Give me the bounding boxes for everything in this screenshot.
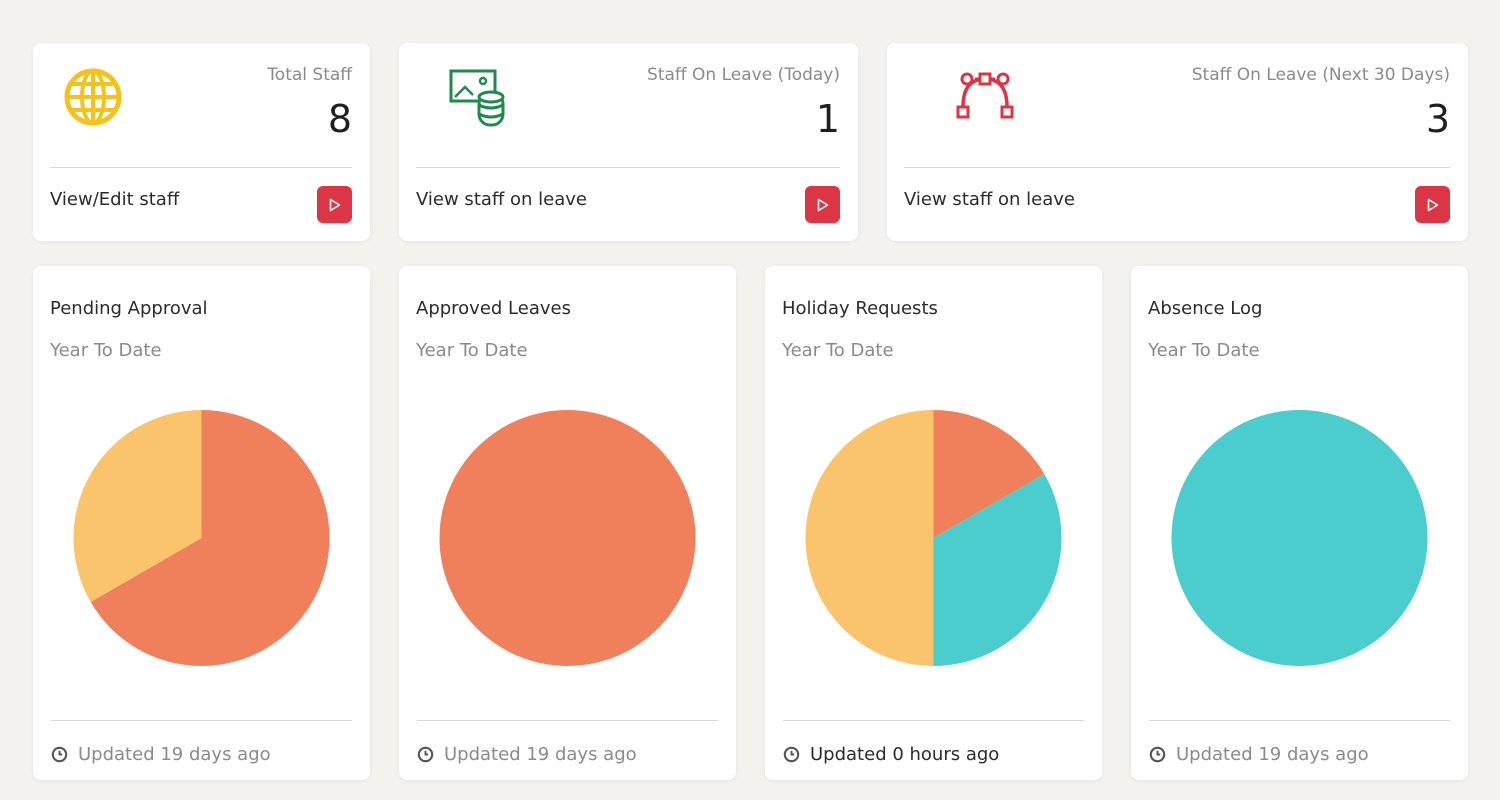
view-edit-staff-button[interactable]	[317, 186, 352, 223]
chart-title: Absence Log	[1148, 298, 1263, 319]
stat-value: 3	[1425, 97, 1450, 141]
pie-slice-0[interactable]	[439, 410, 696, 666]
pie-chart	[805, 410, 1062, 666]
pie-chart	[1171, 410, 1428, 666]
pie-chart	[439, 410, 696, 666]
stat-label: Staff On Leave (Next 30 Days)	[1191, 65, 1450, 85]
divider	[904, 167, 1450, 168]
globe-icon	[64, 68, 122, 126]
chart-footer: Updated 19 days ago	[51, 744, 271, 765]
play-icon	[329, 198, 340, 211]
chart-footer: Updated 0 hours ago	[783, 744, 999, 765]
stat-label: Total Staff	[267, 65, 352, 85]
image-database-icon	[449, 69, 505, 127]
divider	[417, 720, 718, 721]
pie-slice-2[interactable]	[805, 410, 934, 666]
chart-subtitle: Year To Date	[50, 340, 162, 361]
bezier-curve-icon	[956, 72, 1014, 119]
play-icon	[817, 198, 828, 211]
view-staff-on-leave-today-link[interactable]: View staff on leave	[416, 189, 587, 210]
view-staff-on-leave-30-days-link[interactable]: View staff on leave	[904, 189, 1075, 210]
divider	[783, 720, 1084, 721]
chart-subtitle: Year To Date	[416, 340, 528, 361]
chart-card-approved-leaves: Approved Leaves Year To Date Updated 19 …	[399, 266, 736, 780]
divider	[50, 167, 352, 168]
updated-text: Updated 19 days ago	[1176, 744, 1369, 765]
play-icon	[1427, 198, 1438, 211]
chart-title: Holiday Requests	[782, 298, 938, 319]
stat-card-on-leave-today: Staff On Leave (Today) 1 View staff on l…	[399, 43, 858, 241]
clock-icon	[783, 746, 800, 763]
chart-card-holiday-requests: Holiday Requests Year To Date Updated 0 …	[765, 266, 1102, 780]
stat-label: Staff On Leave (Today)	[647, 65, 840, 85]
divider	[1149, 720, 1450, 721]
view-staff-on-leave-today-button[interactable]	[805, 186, 840, 223]
chart-subtitle: Year To Date	[782, 340, 894, 361]
updated-text: Updated 19 days ago	[78, 744, 271, 765]
stat-card-on-leave-30-days: Staff On Leave (Next 30 Days) 3 View sta…	[887, 43, 1468, 241]
updated-text: Updated 19 days ago	[444, 744, 637, 765]
clock-icon	[51, 746, 68, 763]
pie-slice-0[interactable]	[1171, 410, 1428, 666]
divider	[416, 167, 840, 168]
stat-value: 1	[815, 97, 840, 141]
updated-text: Updated 0 hours ago	[810, 744, 1000, 765]
view-edit-staff-link[interactable]: View/Edit staff	[50, 189, 179, 210]
stat-value: 8	[327, 97, 352, 141]
chart-title: Approved Leaves	[416, 298, 571, 319]
pie-chart	[73, 410, 330, 666]
chart-card-pending-approval: Pending Approval Year To Date Updated 19…	[33, 266, 370, 780]
stat-card-total-staff: Total Staff 8 View/Edit staff	[33, 43, 370, 241]
chart-subtitle: Year To Date	[1148, 340, 1260, 361]
chart-footer: Updated 19 days ago	[417, 744, 637, 765]
chart-footer: Updated 19 days ago	[1149, 744, 1369, 765]
chart-card-absence-log: Absence Log Year To Date Updated 19 days…	[1131, 266, 1468, 780]
divider	[51, 720, 352, 721]
clock-icon	[417, 746, 434, 763]
clock-icon	[1149, 746, 1166, 763]
view-staff-on-leave-30-days-button[interactable]	[1415, 186, 1450, 223]
chart-title: Pending Approval	[50, 298, 208, 319]
